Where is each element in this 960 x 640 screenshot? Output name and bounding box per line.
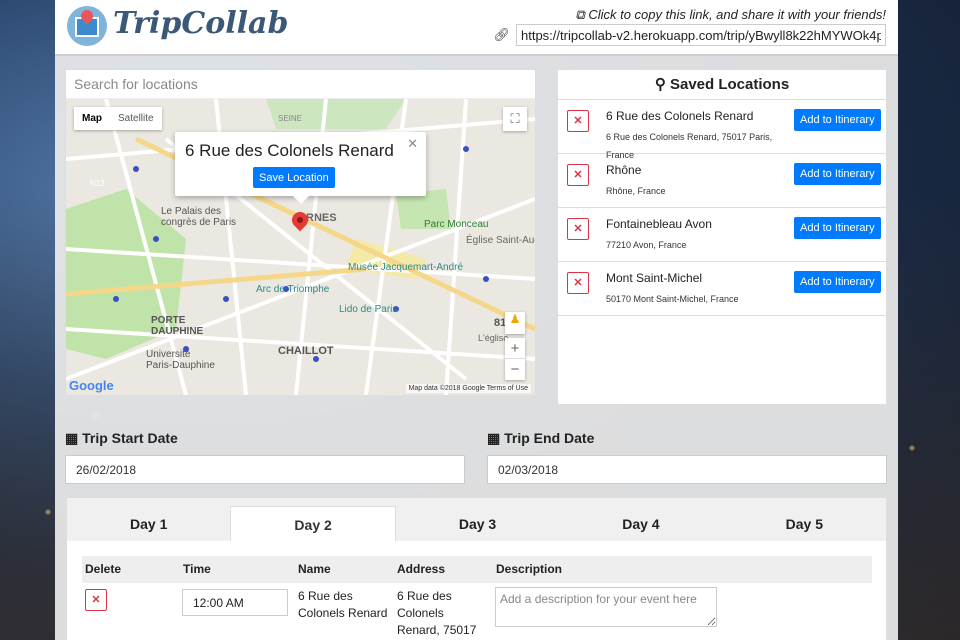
copy-icon: ⧉ <box>575 7 585 22</box>
save-location-button[interactable]: Save Location <box>253 167 335 188</box>
trip-start-date-input[interactable] <box>65 455 465 484</box>
trip-end-label: ▦ Trip End Date <box>487 430 594 447</box>
day-panel: Delete Time Name Address Description ✕ 6… <box>67 541 886 640</box>
header: TripCollab ⧉ Click to copy this link, an… <box>55 0 898 56</box>
map-attribution[interactable]: Map data ©2018 Google Terms of Use <box>405 384 531 393</box>
delete-location-button[interactable]: ✕ <box>567 272 589 294</box>
map-label-lido: Lido de Paris <box>339 304 397 315</box>
zoom-in-icon[interactable]: + <box>505 338 525 359</box>
map-type-switch: Map Satellite <box>74 107 162 130</box>
map-canvas[interactable]: RNES Parc Monceau Église Saint-Aug Musée… <box>66 99 535 395</box>
map-marker-icon: ⚲ <box>654 76 666 93</box>
popup-title: 6 Rue des Colonels Renard <box>185 141 394 160</box>
itinerary-table: Delete Time Name Address Description ✕ 6… <box>82 556 872 640</box>
saved-location-item: ✕ Mont Saint-Michel 50170 Mont Saint-Mic… <box>558 262 886 316</box>
trip-start-label: ▦ Trip Start Date <box>65 430 178 447</box>
map-label-ternes: RNES <box>306 212 337 224</box>
delete-location-button[interactable]: ✕ <box>567 164 589 186</box>
trip-start-label-text: Trip Start Date <box>82 430 178 446</box>
column-header-name: Name <box>298 562 331 576</box>
map-type-map-button[interactable]: Map <box>74 107 110 130</box>
saved-locations-header: ⚲ Saved Locations <box>558 70 886 100</box>
map-type-satellite-button[interactable]: Satellite <box>110 107 162 130</box>
share-hint: ⧉ Click to copy this link, and share it … <box>575 7 886 23</box>
location-search-input[interactable] <box>66 70 535 99</box>
fullscreen-icon[interactable]: ⛶ <box>503 107 527 131</box>
column-header-time: Time <box>183 562 211 576</box>
tab-day-2[interactable]: Day 2 <box>230 506 396 542</box>
delete-location-button[interactable]: ✕ <box>567 110 589 132</box>
day-tabs: Day 1 Day 2 Day 3 Day 4 Day 5 <box>67 506 886 542</box>
map-label-leglise: L'église <box>478 333 508 343</box>
delete-location-button[interactable]: ✕ <box>567 218 589 240</box>
saved-location-item: ✕ Fontainebleau Avon 77210 Avon, France … <box>558 208 886 262</box>
map-label-eglise: Église Saint-Aug <box>466 233 535 246</box>
tab-day-1[interactable]: Day 1 <box>67 506 230 542</box>
map-label-chaillot: CHAILLOT <box>278 345 334 357</box>
add-to-itinerary-button[interactable]: Add to Itinerary <box>794 109 881 131</box>
map-card: RNES Parc Monceau Église Saint-Aug Musée… <box>65 69 536 395</box>
share-url-input[interactable] <box>516 24 886 46</box>
column-header-address: Address <box>397 562 446 576</box>
trip-end-date-input[interactable] <box>487 455 887 484</box>
share-url-row: 🔗︎ <box>493 24 886 46</box>
saved-location-address: 77210 Avon, France <box>606 240 687 250</box>
map-label-n13: N13 <box>90 179 105 188</box>
saved-location-name: Fontainebleau Avon <box>606 217 712 231</box>
map-label-seine: SEINE <box>278 114 302 123</box>
saved-location-address: Rhône, France <box>606 186 666 196</box>
brand-name[interactable]: TripCollab <box>113 6 288 41</box>
delete-event-button[interactable]: ✕ <box>85 589 107 611</box>
saved-location-item: ✕ 6 Rue des Colonels Renard 6 Rue des Co… <box>558 100 886 160</box>
saved-locations-card: ⚲ Saved Locations ✕ 6 Rue des Colonels R… <box>557 69 887 405</box>
zoom-control: + − <box>505 338 525 380</box>
column-header-description: Description <box>496 562 563 576</box>
trip-end-label-text: Trip End Date <box>504 430 595 446</box>
pegman-icon[interactable]: ♟ <box>505 312 525 334</box>
close-icon[interactable]: ✕ <box>407 136 418 152</box>
zoom-out-icon[interactable]: − <box>505 359 525 380</box>
link-icon: 🔗︎ <box>493 27 510 42</box>
itinerary-panel: Day 1 Day 2 Day 3 Day 4 Day 5 Delete Tim… <box>66 497 887 640</box>
map-label-arc: Arc de Triomphe <box>256 284 330 295</box>
tab-day-3[interactable]: Day 3 <box>396 506 559 542</box>
add-to-itinerary-button[interactable]: Add to Itinerary <box>794 217 881 239</box>
map-label-musee: Musée Jacquemart-André <box>348 262 463 273</box>
add-to-itinerary-button[interactable]: Add to Itinerary <box>794 271 881 293</box>
google-logo: Google <box>69 378 114 393</box>
event-time-input[interactable] <box>182 589 288 616</box>
event-address: 6 Rue des Colonels Renard, 75017 Paris, <box>397 589 477 637</box>
map-label-parc-monceau: Parc Monceau <box>424 219 488 230</box>
calendar-icon: ▦ <box>487 430 501 446</box>
saved-location-name: 6 Rue des Colonels Renard <box>606 109 754 123</box>
add-to-itinerary-button[interactable]: Add to Itinerary <box>794 163 881 185</box>
location-popup: 6 Rue des Colonels Renard ✕ Save Locatio… <box>175 132 426 204</box>
event-name: 6 Rue des Colonels Renard <box>298 589 388 620</box>
calendar-icon: ▦ <box>65 430 79 446</box>
app-container: TripCollab ⧉ Click to copy this link, an… <box>55 0 898 640</box>
tab-day-5[interactable]: Day 5 <box>723 506 886 542</box>
saved-location-address: 50170 Mont Saint-Michel, France <box>606 294 739 304</box>
column-header-delete: Delete <box>85 562 122 576</box>
saved-location-name: Rhône <box>606 163 642 177</box>
saved-location-item: ✕ Rhône Rhône, France Add to Itinerary <box>558 154 886 208</box>
share-hint-text: Click to copy this link, and share it wi… <box>588 7 886 22</box>
saved-location-name: Mont Saint-Michel <box>606 271 703 285</box>
saved-locations-title: Saved Locations <box>669 76 790 93</box>
event-description-input[interactable] <box>495 587 717 627</box>
logo-icon[interactable] <box>67 6 107 46</box>
table-header: Delete Time Name Address Description <box>82 556 872 583</box>
tab-day-4[interactable]: Day 4 <box>559 506 722 542</box>
table-row: ✕ 6 Rue des Colonels Renard 6 Rue des Co… <box>82 583 872 640</box>
